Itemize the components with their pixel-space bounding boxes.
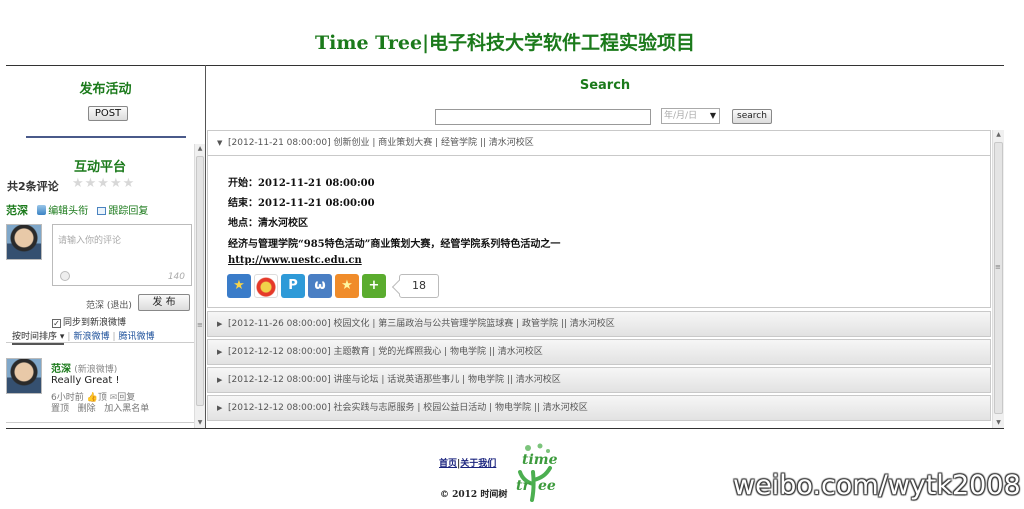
copyright: © 2012 时间树: [440, 490, 508, 500]
frame-bottom-border: [6, 428, 1004, 429]
comment-input[interactable]: 请输入你的评论 140: [52, 224, 192, 286]
event-header-collapsed[interactable]: ▶ [2012-12-12 08:00:00] 主题教育 | 党的光辉照我心 | …: [207, 339, 991, 365]
current-user-name[interactable]: 范深: [6, 204, 28, 217]
post-button[interactable]: POST: [88, 106, 128, 121]
comment-text: Really Great !: [51, 375, 120, 386]
caret-right-icon: ▶: [217, 348, 223, 356]
follow-reply-link[interactable]: 跟踪回复: [108, 206, 148, 217]
comment-source: (新浪微博): [74, 365, 118, 375]
event-start: 开始：2012-11-21 08:00:00: [228, 178, 375, 189]
publish-activity-title: 发布活动: [79, 82, 132, 97]
comment-sort-tabs: 按时间排序 ▾ | 新浪微博 | 腾讯微博: [12, 329, 155, 345]
edit-avatar-link[interactable]: 编辑头衔: [48, 206, 88, 217]
footer-about-link[interactable]: 关于我们: [460, 459, 496, 469]
blacklist-link[interactable]: 加入黑名单: [104, 404, 149, 414]
right-scrollbar[interactable]: ▲ ≡ ▼: [992, 130, 1004, 428]
scroll-thumb[interactable]: [994, 142, 1003, 414]
left-scrollbar[interactable]: ▲ ≡ ▼: [194, 144, 205, 428]
tab-tencent-weibo[interactable]: 腾讯微博: [119, 332, 155, 342]
date-picker[interactable]: 年/月/日 ▼: [661, 108, 720, 124]
event-location: 地点：清水河校区: [228, 218, 308, 229]
search-input[interactable]: [435, 109, 651, 125]
comment-count: 共2条评论: [7, 180, 59, 193]
tab-sort-by-time[interactable]: 按时间排序 ▾: [12, 332, 65, 345]
event-header-label: [2012-11-26 08:00:00] 校园文化 | 第三届政治与公共管理学…: [228, 319, 615, 329]
commenter-avatar: [6, 358, 42, 394]
date-placeholder: 年/月/日: [664, 111, 698, 121]
current-user-row: 范深 编辑头衔 跟踪回复: [6, 202, 148, 218]
interaction-platform-title: 互动平台: [73, 160, 126, 175]
event-header-label: [2012-11-21 08:00:00] 创新创业 | 商业策划大赛 | 经管…: [228, 138, 534, 148]
event-header-label: [2012-12-12 08:00:00] 主题教育 | 党的光辉照我心 | 物…: [228, 347, 543, 357]
tab-sina-weibo[interactable]: 新浪微博: [73, 332, 109, 342]
event-details: 开始：2012-11-21 08:00:00 结束：2012-11-21 08:…: [207, 156, 991, 308]
event-header-label: [2012-12-12 08:00:00] 社会实践与志愿服务 | 校园公益日活…: [228, 403, 588, 413]
pengyou-icon[interactable]: P: [281, 274, 305, 298]
char-counter: 140: [167, 272, 185, 282]
scroll-down-icon[interactable]: ▼: [195, 418, 205, 428]
event-header-collapsed[interactable]: ▶ [2012-12-12 08:00:00] 社会实践与志愿服务 | 校园公益日…: [207, 395, 991, 421]
share-count: 18: [399, 274, 439, 298]
comment-author: 范深 (新浪微博): [51, 360, 117, 375]
renren-icon[interactable]: ω: [308, 274, 332, 298]
event-accordion: ▼ [2012-11-21 08:00:00] 创新创业 | 商业策划大赛 | 经…: [206, 130, 992, 428]
scroll-down-icon[interactable]: ▼: [993, 418, 1004, 428]
caret-right-icon: ▶: [217, 404, 223, 412]
caret-right-icon: ▶: [217, 320, 223, 328]
divider: [6, 422, 194, 423]
svg-text:tr: tr: [516, 478, 531, 494]
caret-down-icon: ▼: [217, 139, 223, 147]
comment-placeholder: 请输入你的评论: [58, 236, 122, 246]
event-header-expanded[interactable]: ▼ [2012-11-21 08:00:00] 创新创业 | 商业策划大赛 | 经…: [207, 130, 991, 156]
left-panel: 发布活动 POST 互动平台 共2条评论 ★★★★★ 范深 编辑头衔 跟踪回复 …: [6, 66, 205, 428]
footer-links: 首页|关于我们: [439, 456, 496, 469]
comment-author-name[interactable]: 范深: [51, 364, 71, 375]
scroll-up-icon[interactable]: ▲: [195, 144, 205, 154]
event-header-label: [2012-12-12 08:00:00] 讲座与论坛 | 话说英语那些事儿 |…: [228, 375, 561, 385]
search-button[interactable]: search: [732, 109, 772, 124]
scroll-grip-icon: ≡: [197, 321, 203, 329]
event-link[interactable]: http://www.uestc.edu.cn: [228, 255, 362, 266]
pin-link[interactable]: 置顶: [51, 404, 69, 414]
caret-right-icon: ▶: [217, 376, 223, 384]
svg-text:time: time: [522, 452, 558, 468]
emoji-icon[interactable]: [60, 271, 70, 281]
qzone-icon[interactable]: ★: [227, 274, 251, 298]
edit-icon: [37, 205, 47, 215]
svg-text:ee: ee: [538, 478, 556, 494]
scroll-thumb[interactable]: [196, 156, 204, 406]
watermark: weibo.com/wytk2008: [733, 470, 1021, 501]
time-tree-logo: time tr ee: [516, 443, 558, 502]
delete-link[interactable]: 删除: [78, 404, 96, 414]
comment-admin-actions: 置顶 删除 加入黑名单: [51, 401, 149, 414]
more-share-icon[interactable]: +: [362, 274, 386, 298]
sync-weibo-checkbox[interactable]: ✓: [52, 319, 61, 328]
rating-stars[interactable]: ★★★★★: [72, 176, 135, 191]
publish-comment-button[interactable]: 发 布: [138, 294, 190, 311]
event-description: 经济与管理学院“985特色活动”商业策划大赛，经管学院系列特色活动之一: [228, 239, 561, 250]
event-header-collapsed[interactable]: ▶ [2012-11-26 08:00:00] 校园文化 | 第三届政治与公共管理…: [207, 311, 991, 337]
scroll-up-icon[interactable]: ▲: [993, 130, 1004, 140]
scroll-grip-icon: ≡: [995, 263, 1001, 271]
current-user-avatar: [6, 224, 42, 260]
mail-icon: [97, 207, 107, 215]
sync-weibo-option[interactable]: ✓ 同步到新浪微博: [52, 315, 126, 328]
search-title: Search: [579, 78, 631, 93]
section-divider: [26, 136, 186, 138]
site-title: Time Tree|电子科技大学软件工程实验项目: [314, 32, 696, 54]
event-end: 结束：2012-11-21 08:00:00: [228, 198, 375, 209]
sync-weibo-label: 同步到新浪微博: [63, 318, 127, 328]
divider: [6, 342, 194, 343]
chevron-down-icon[interactable]: ▼: [710, 109, 716, 123]
weibo-icon[interactable]: w: [254, 274, 278, 298]
qq-star-icon[interactable]: ★: [335, 274, 359, 298]
footer-home-link[interactable]: 首页: [439, 459, 457, 469]
logout-link[interactable]: 范深 (退出): [86, 298, 132, 311]
event-header-collapsed[interactable]: ▶ [2012-12-12 08:00:00] 讲座与论坛 | 话说英语那些事儿 …: [207, 367, 991, 393]
